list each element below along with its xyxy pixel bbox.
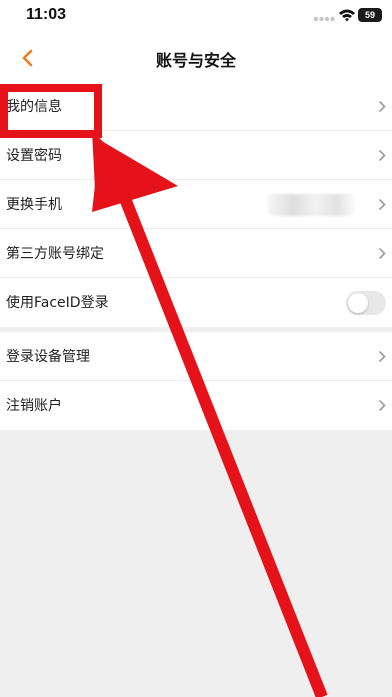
row-faceid-login: 使用FaceID登录 — [0, 278, 392, 327]
status-time: 11:03 — [26, 6, 67, 23]
row-label: 注销账户 — [6, 398, 62, 414]
chevron-right-icon — [378, 247, 386, 260]
page-title: 账号与安全 — [155, 51, 236, 70]
chevron-right-icon — [378, 100, 386, 113]
chevron-right-icon — [378, 399, 386, 412]
row-third-party-binding[interactable]: 第三方账号绑定 — [0, 229, 392, 278]
row-delete-account[interactable]: 注销账户 — [0, 381, 392, 430]
row-label: 使用FaceID登录 — [6, 295, 109, 311]
row-set-password[interactable]: 设置密码 — [0, 131, 392, 180]
row-change-phone[interactable]: 更换手机 — [0, 180, 392, 229]
annotation-highlight-box — [0, 84, 102, 138]
blurred-phone-number — [268, 194, 354, 216]
row-label: 第三方账号绑定 — [6, 246, 104, 262]
status-bar: 11:03 59 — [0, 0, 392, 34]
signal-dots-icon — [313, 16, 335, 22]
faceid-toggle[interactable] — [346, 291, 386, 315]
row-device-management[interactable]: 登录设备管理 — [0, 332, 392, 381]
toggle-knob — [348, 293, 368, 313]
row-label: 登录设备管理 — [6, 349, 90, 365]
wifi-icon — [339, 9, 355, 22]
chevron-right-icon — [378, 198, 386, 211]
battery-icon: 59 — [358, 8, 382, 22]
chevron-right-icon — [378, 149, 386, 162]
row-label: 设置密码 — [6, 148, 62, 164]
chevron-right-icon — [378, 350, 386, 363]
settings-group-device: 登录设备管理 注销账户 — [0, 332, 392, 430]
nav-bar: 账号与安全 — [0, 34, 392, 82]
row-label: 更换手机 — [6, 197, 62, 213]
